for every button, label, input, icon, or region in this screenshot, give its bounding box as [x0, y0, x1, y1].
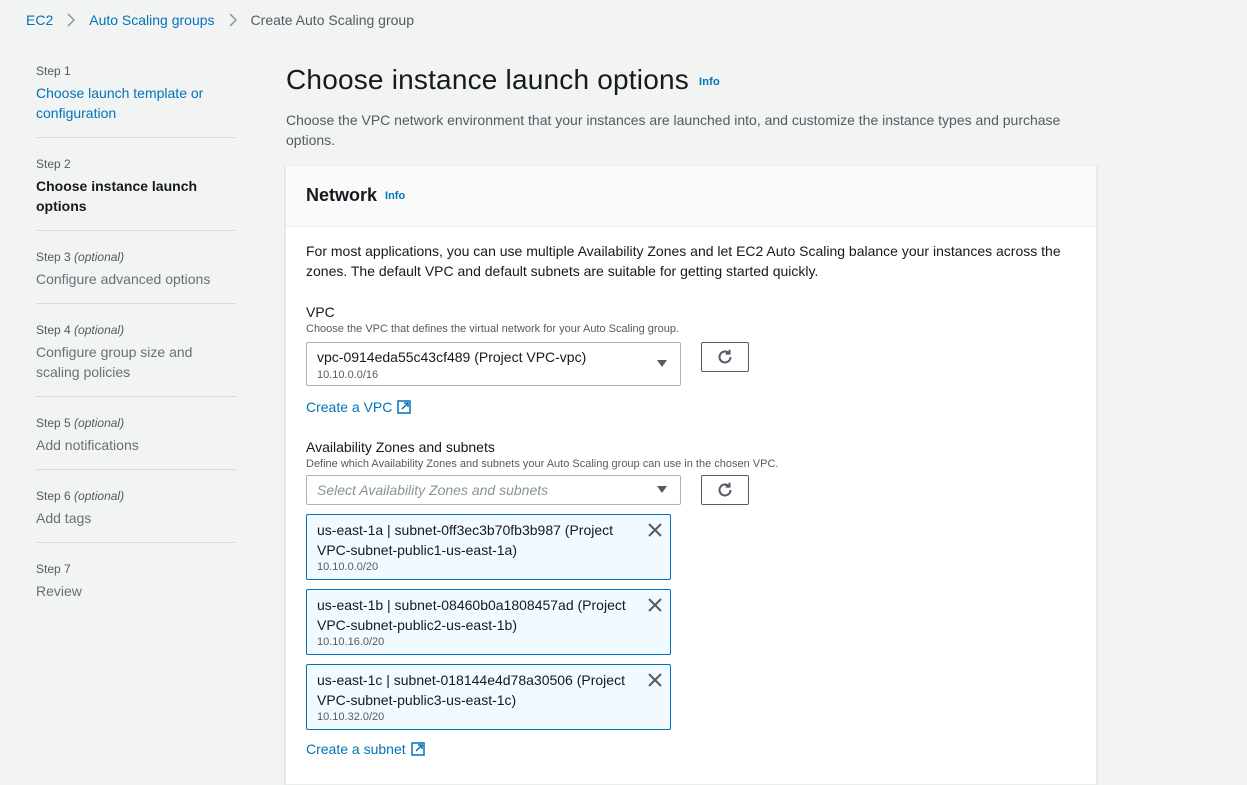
step-title: Configure group size and scaling policie…	[36, 344, 193, 380]
step-title: Review	[36, 583, 82, 599]
create-subnet-link[interactable]: Create a subnet	[306, 739, 425, 759]
close-icon[interactable]	[647, 672, 663, 688]
step-3: Step 3 (optional) Configure advanced opt…	[36, 250, 236, 304]
step-title[interactable]: Choose launch template or configuration	[36, 83, 236, 123]
breadcrumb: EC2 Auto Scaling groups Create Auto Scal…	[26, 11, 414, 29]
network-description: For most applications, you can use multi…	[306, 243, 1061, 279]
subnet-token-line2: VPC-subnet-public1-us-east-1a)	[317, 542, 517, 558]
wizard-steps: Step 1 Choose launch template or configu…	[36, 64, 236, 634]
close-icon[interactable]	[647, 597, 663, 613]
network-panel-header: Network Info	[286, 166, 1096, 227]
step-label: Step 7	[36, 562, 71, 576]
network-title: Network Info	[306, 185, 406, 205]
subnet-token-cidr: 10.10.16.0/20	[317, 636, 385, 648]
chevron-right-icon	[222, 11, 244, 29]
step-label: Step 6 (optional)	[36, 489, 125, 503]
subnet-token: us-east-1b | subnet-08460b0a1808457ad (P…	[306, 589, 671, 655]
network-panel-body: For most applications, you can use multi…	[286, 227, 1096, 759]
step-label: Step 1	[36, 64, 71, 78]
subnet-token-line1: us-east-1b | subnet-08460b0a1808457ad (P…	[317, 597, 626, 613]
step-title: Choose instance launch options	[36, 178, 198, 214]
subnet-token-cidr: 10.10.32.0/20	[317, 711, 385, 723]
breadcrumb-auto-scaling-groups[interactable]: Auto Scaling groups	[89, 12, 214, 28]
azs-placeholder: Select Availability Zones and subnets	[317, 482, 549, 498]
breadcrumb-ec2[interactable]: EC2	[26, 12, 53, 28]
step-title: Configure advanced options	[36, 271, 211, 287]
azs-label: Availability Zones and subnets	[306, 439, 495, 455]
subnet-token-line1: us-east-1c | subnet-018144e4d78a30506 (P…	[317, 672, 625, 688]
subnet-token-list: us-east-1a | subnet-0ff3ec3b70fb3b987 (P…	[306, 514, 1076, 730]
step-4: Step 4 (optional) Configure group size a…	[36, 323, 236, 397]
close-icon[interactable]	[647, 522, 663, 538]
info-link[interactable]: Info	[699, 76, 720, 88]
refresh-icon	[718, 482, 732, 497]
network-panel: Network Info For most applications, you c…	[285, 165, 1097, 785]
step-label: Step 4 (optional)	[36, 323, 125, 337]
step-2: Step 2 Choose instance launch options	[36, 157, 236, 231]
step-7: Step 7 Review	[36, 562, 236, 615]
step-1[interactable]: Step 1 Choose launch template or configu…	[36, 64, 236, 138]
subnet-token-cidr: 10.10.0.0/20	[317, 561, 379, 573]
step-5: Step 5 (optional) Add notifications	[36, 416, 236, 470]
subnet-token: us-east-1a | subnet-0ff3ec3b70fb3b987 (P…	[306, 514, 671, 580]
refresh-icon	[718, 349, 732, 364]
step-label: Step 2	[36, 157, 71, 171]
page-title: Choose instance launch options Info	[286, 64, 720, 95]
azs-select[interactable]: Select Availability Zones and subnets	[306, 475, 681, 505]
step-title: Add tags	[36, 510, 92, 526]
external-link-icon	[397, 400, 412, 414]
network-info-link[interactable]: Info	[385, 190, 405, 202]
vpc-description: Choose the VPC that defines the virtual …	[306, 323, 679, 335]
azs-description: Define which Availability Zones and subn…	[306, 458, 779, 470]
page-description: Choose the VPC network environment that …	[286, 112, 1061, 148]
subnet-token-line2: VPC-subnet-public3-us-east-1c)	[317, 692, 517, 708]
vpc-select[interactable]: vpc-0914eda55c43cf489 (Project VPC-vpc) …	[306, 342, 681, 386]
step-6: Step 6 (optional) Add tags	[36, 489, 236, 543]
step-label: Step 5 (optional)	[36, 416, 125, 430]
vpc-label: VPC	[306, 304, 335, 320]
vpc-refresh-button[interactable]	[701, 342, 749, 372]
caret-down-icon	[657, 360, 667, 367]
subnet-token-line2: VPC-subnet-public2-us-east-1b)	[317, 617, 517, 633]
azs-refresh-button[interactable]	[701, 475, 749, 505]
external-link-icon	[410, 742, 425, 756]
subnet-token-line1: us-east-1a | subnet-0ff3ec3b70fb3b987 (P…	[317, 522, 614, 538]
create-vpc-link[interactable]: Create a VPC	[306, 397, 412, 417]
step-title: Add notifications	[36, 437, 139, 453]
chevron-right-icon	[60, 11, 82, 29]
vpc-cidr: 10.10.0.0/16	[317, 369, 379, 381]
subnet-token: us-east-1c | subnet-018144e4d78a30506 (P…	[306, 664, 671, 730]
step-label: Step 3 (optional)	[36, 250, 125, 264]
caret-down-icon	[657, 486, 667, 493]
vpc-selected-value: vpc-0914eda55c43cf489 (Project VPC-vpc)	[317, 349, 587, 365]
breadcrumb-current: Create Auto Scaling group	[250, 12, 414, 28]
